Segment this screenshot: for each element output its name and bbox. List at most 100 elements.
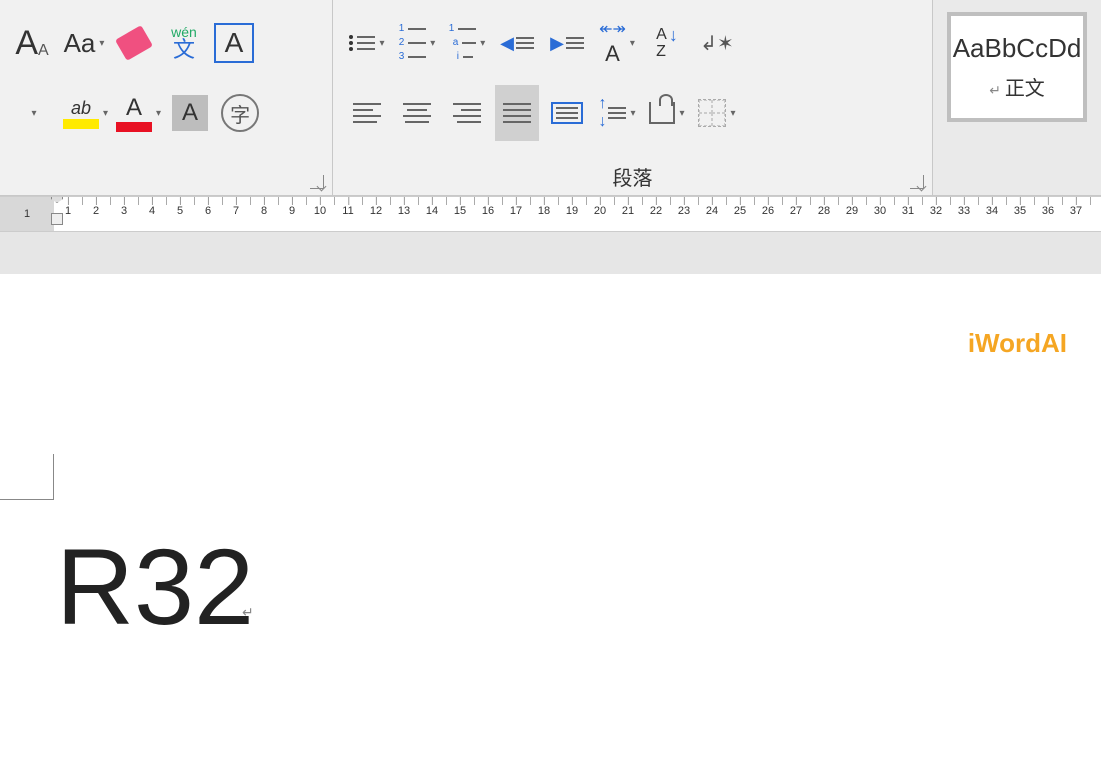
ribbon-group-font: AA Aa▾ wén 文 A ▾ ab ▾ A	[0, 0, 333, 195]
ruler-tick: 36	[1042, 205, 1054, 217]
distributed-button[interactable]	[545, 85, 589, 141]
chevron-down-icon: ▾	[379, 38, 384, 49]
line-spacing-icon: ↑↓	[598, 95, 626, 131]
decrease-indent-icon: ◀	[500, 33, 534, 54]
number-list-button[interactable]: 1 2 3 ▾	[395, 15, 439, 71]
ruler-tick: 17	[510, 205, 522, 217]
ruler-tick: 9	[289, 205, 295, 217]
ruler-tick: 3	[121, 205, 127, 217]
ruler-tick: 24	[706, 205, 718, 217]
indent-marker[interactable]	[51, 196, 63, 225]
unknown-font-button[interactable]: ▾	[12, 85, 56, 141]
ruler-tick: 13	[398, 205, 410, 217]
chevron-down-icon: ▾	[31, 108, 36, 119]
character-border-button[interactable]: A	[212, 15, 256, 71]
font-color-label: A	[126, 94, 142, 122]
borders-button[interactable]: ▾	[695, 85, 739, 141]
chevron-down-icon: ▾	[630, 108, 635, 119]
ruler-tick: 30	[874, 205, 886, 217]
ruler-tick: 21	[622, 205, 634, 217]
margin-corner-mark	[0, 454, 54, 500]
paragraph-dialog-launcher[interactable]	[910, 175, 924, 189]
document-text[interactable]: R32	[56, 524, 254, 649]
ruler-tick: 10	[314, 205, 326, 217]
style-normal[interactable]: AaBbCcDd ↵ 正文	[947, 12, 1087, 122]
ruler-tick: 34	[986, 205, 998, 217]
grow-font-button[interactable]: AA	[12, 15, 56, 71]
font-color-icon: A	[116, 94, 152, 132]
pilcrow-icon: ↲✶	[700, 31, 734, 56]
watermark: iWordAI	[968, 328, 1067, 359]
align-justify-button[interactable]	[495, 85, 539, 141]
align-left-icon	[353, 103, 381, 123]
ruler-tick: 14	[426, 205, 438, 217]
enclose-char-button[interactable]: 字	[218, 85, 262, 141]
clear-formatting-button[interactable]	[112, 15, 156, 71]
number-list-icon: 1 2 3	[399, 23, 427, 63]
ruler-tick: 26	[762, 205, 774, 217]
increase-indent-icon: ▶	[550, 33, 584, 54]
ruler-tick: 12	[370, 205, 382, 217]
chevron-down-icon: ▾	[430, 38, 435, 49]
fill-color-button[interactable]: ▾	[645, 85, 689, 141]
chevron-down-icon: ▾	[630, 38, 635, 49]
show-marks-button[interactable]: ↲✶	[695, 15, 739, 71]
align-left-button[interactable]	[345, 85, 389, 141]
ruler-tick: 31	[902, 205, 914, 217]
ruler-tick: 7	[233, 205, 239, 217]
ruler-tick: 33	[958, 205, 970, 217]
ruler-tick: 1	[65, 205, 71, 217]
paragraph-group-label: 段落	[333, 162, 932, 191]
font-dialog-launcher[interactable]	[310, 175, 324, 189]
ruler-tick: 29	[846, 205, 858, 217]
align-center-button[interactable]	[395, 85, 439, 141]
align-center-icon	[403, 103, 431, 123]
align-right-button[interactable]	[445, 85, 489, 141]
change-case-button[interactable]: Aa▾	[62, 15, 106, 71]
ruler-tick: 15	[454, 205, 466, 217]
ruler-tick: 4	[149, 205, 155, 217]
sort-z: Z	[656, 44, 678, 60]
bullet-list-button[interactable]: ▾	[345, 15, 389, 71]
eraser-icon	[115, 25, 153, 61]
paragraph-mark: ↵	[242, 604, 254, 621]
multilevel-list-button[interactable]: 1 a i ▾	[445, 15, 489, 71]
increase-indent-button[interactable]: ▶	[545, 15, 589, 71]
chevron-down-icon: ▾	[730, 108, 735, 119]
chevron-down-icon: ▾	[103, 108, 108, 119]
ruler-tick: 11	[342, 205, 353, 217]
style-sample: AaBbCcDd	[953, 33, 1082, 64]
ruler-tick: 27	[790, 205, 802, 217]
horizontal-ruler[interactable]: 1 12345678910111213141516171819202122232…	[0, 196, 1101, 232]
ruler-tick: 6	[205, 205, 211, 217]
ruler-tick: 20	[594, 205, 606, 217]
ruler-track: 1234567891011121314151617181920212223242…	[54, 197, 1101, 231]
highlight-icon: ab	[63, 98, 99, 129]
document-page[interactable]: iWordAI R32 ↵	[0, 274, 1101, 771]
chevron-down-icon: ▾	[480, 38, 485, 49]
distributed-icon	[551, 102, 583, 124]
align-right-icon	[453, 103, 481, 123]
ruler-tick: 23	[678, 205, 690, 217]
highlight-button[interactable]: ab ▾	[62, 85, 109, 141]
bullet-list-icon	[349, 35, 375, 51]
font-color-button[interactable]: A ▾	[115, 85, 162, 141]
paint-bucket-icon	[649, 102, 675, 124]
grow-font-icon: A	[15, 24, 38, 63]
decrease-indent-button[interactable]: ◀	[495, 15, 539, 71]
fit-width-button[interactable]: ↞↠A ▾	[595, 15, 639, 71]
char-shading-button[interactable]: A	[168, 85, 212, 141]
phonetic-guide-button[interactable]: wén 文	[162, 15, 206, 71]
ruler-tick: 2	[93, 205, 99, 217]
ruler-tick: 8	[261, 205, 267, 217]
line-spacing-button[interactable]: ↑↓ ▾	[595, 85, 639, 141]
fit-width-icon: ↞↠A	[599, 19, 626, 67]
ruler-tick: 5	[177, 205, 183, 217]
shrink-font-icon: A	[38, 42, 49, 60]
sort-a: A	[656, 27, 667, 43]
document-area: iWordAI R32 ↵	[0, 232, 1101, 771]
sort-button[interactable]: A↓Z	[645, 15, 689, 71]
ruler-tick: 16	[482, 205, 494, 217]
sort-icon: A↓Z	[656, 26, 678, 60]
char-border-icon: A	[214, 23, 254, 63]
